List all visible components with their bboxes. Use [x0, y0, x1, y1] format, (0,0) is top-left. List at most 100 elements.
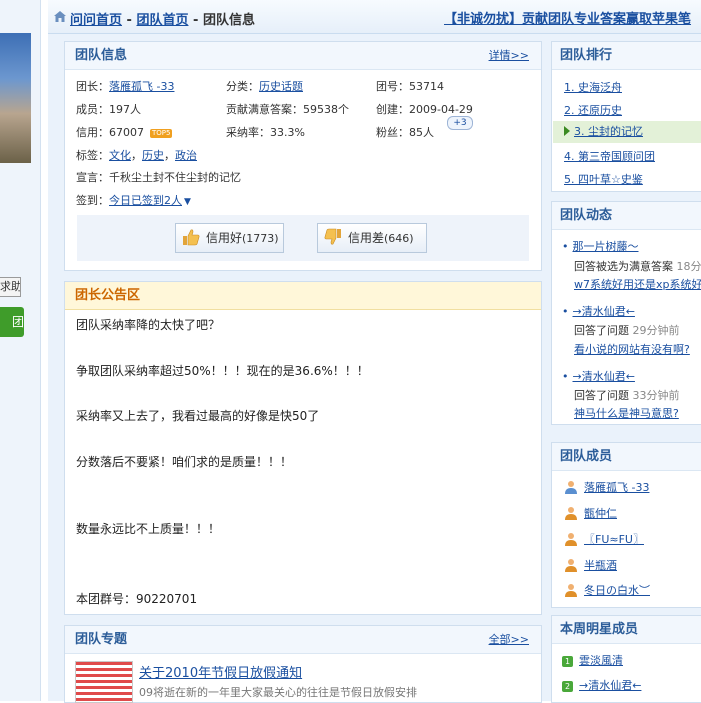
ranking-item[interactable]: 1. 史海泛舟 — [564, 79, 622, 95]
activity-question-link[interactable]: 神马什么是神马意思? — [574, 407, 679, 420]
member-item[interactable]: 冬日の白水︶ — [564, 582, 650, 598]
star-member-link[interactable]: →清水仙君← — [579, 679, 641, 692]
panel-header: 本周明星成员 — [552, 616, 701, 644]
tag-link[interactable]: 政治 — [175, 149, 197, 162]
details-link[interactable]: 详情>> — [489, 42, 529, 69]
member-item[interactable]: 半瓶酒 — [564, 557, 617, 573]
thumbs-up-icon — [182, 228, 200, 246]
category-row: 分类：历史话题 — [226, 78, 303, 94]
activity-user-row: •→清水仙君← — [562, 368, 635, 384]
answers-row: 贡献满意答案：59538个 — [226, 101, 349, 117]
activity-question-link[interactable]: w7系统好用还是xp系统好用 — [574, 278, 701, 291]
activity-user-link[interactable]: →清水仙君← — [573, 370, 635, 383]
member-link[interactable]: 〖FU≈FU〗 — [584, 533, 644, 546]
tag-link[interactable]: 文化 — [109, 149, 131, 162]
breadcrumb-current: 团队信息 — [203, 13, 255, 28]
tag-link[interactable]: 历史 — [142, 149, 164, 162]
ranking-team-link[interactable]: 2. 还原历史 — [564, 104, 622, 117]
activity-user-link[interactable]: 那一片树藤〜 — [573, 240, 639, 253]
member-link[interactable]: 冬日の白水︶ — [584, 584, 650, 597]
breadcrumb-home-link[interactable]: 问问首页 — [70, 13, 122, 28]
ranking-team-link[interactable]: 1. 史海泛舟 — [564, 81, 622, 94]
motto-text: 千秋尘土封不住尘封的记忆 — [109, 171, 241, 184]
rank-number-badge: 1 — [562, 656, 573, 667]
member-link[interactable]: 落雁孤飞 -33 — [584, 481, 649, 494]
ranking-team-link[interactable]: 5. 四叶草☆史鉴 — [564, 173, 643, 186]
activity-action-row: 回答被选为满意答案 18分钟前 — [574, 258, 701, 274]
team-info-panel: 团队信息 详情>> 团长：落雁孤飞 -33 分类：历史话题 团号：53714 成… — [64, 41, 542, 271]
checkin-row: 签到：今日已签到2人▼ — [76, 192, 191, 208]
person-icon — [564, 506, 578, 520]
activity-user-row: •那一片树藤〜 — [562, 238, 639, 254]
star-member-item[interactable]: 2→清水仙君← — [562, 677, 641, 693]
credit-good-label: 信用好 — [206, 231, 242, 245]
credit-good-count: (1773) — [242, 232, 279, 245]
team-number-label: 团号： — [376, 80, 409, 93]
announcement-line: 分数落后不要紧！咱们求的是质量！！！ — [76, 453, 292, 470]
panel-title: 团队排行 — [560, 48, 612, 63]
breadcrumb-separator: - — [188, 13, 202, 28]
topic-title-link[interactable]: 关于2010年节假日放假通知 — [139, 662, 302, 681]
panel-title: 本周明星成员 — [560, 622, 638, 637]
leader-link[interactable]: 落雁孤飞 -33 — [109, 80, 174, 93]
bullet-icon: • — [562, 305, 569, 318]
ranking-team-link[interactable]: 3. 尘封的记忆 — [574, 125, 643, 138]
category-link[interactable]: 历史话题 — [259, 80, 303, 93]
panel-title: 团长公告区 — [75, 288, 140, 303]
all-topics-link[interactable]: 全部>> — [489, 626, 529, 653]
ranking-team-link[interactable]: 4. 第三帝国顾问团 — [564, 150, 655, 163]
category-label: 分类： — [226, 80, 259, 93]
fans-increase-bubble: +3 — [447, 116, 473, 130]
person-icon — [564, 558, 578, 572]
motto-row: 宣言：千秋尘土封不住尘封的记忆 — [76, 169, 241, 185]
breadcrumb: 问问首页 - 团队首页 - 团队信息 【非诚勿扰】贡献团队专业答案赢取苹果笔 — [48, 0, 701, 34]
member-link[interactable]: 甑仲仁 — [584, 507, 617, 520]
member-link[interactable]: 半瓶酒 — [584, 559, 617, 572]
checkin-link[interactable]: 今日已签到2人 — [109, 194, 182, 207]
panel-header: 团队动态 — [552, 202, 701, 230]
tags-label: 标签： — [76, 149, 109, 162]
breadcrumb-team-home-link[interactable]: 团队首页 — [136, 13, 188, 28]
star-member-item[interactable]: 1 雲淡風清 — [562, 652, 623, 668]
credit-vote-bar: 信用好(1773) 信用差(646) — [77, 215, 529, 261]
ranking-item[interactable]: 5. 四叶草☆史鉴 — [564, 171, 643, 187]
team-number-row: 团号：53714 — [376, 78, 444, 94]
help-button[interactable]: 求助 — [0, 277, 21, 297]
checkin-label: 签到： — [76, 194, 109, 207]
ranking-item[interactable]: 4. 第三帝国顾问团 — [564, 148, 655, 164]
fans-label: 粉丝： — [376, 126, 409, 139]
team-number: 53714 — [409, 80, 444, 93]
promo-link[interactable]: 【非诚勿扰】贡献团队专业答案赢取苹果笔 — [444, 8, 691, 27]
activity-action: 回答了问题 — [574, 324, 629, 337]
member-item[interactable]: 〖FU≈FU〗 — [564, 531, 644, 547]
team-members-panel: 团队成员 落雁孤飞 -33 甑仲仁 〖FU≈FU〗 半瓶酒 冬日の白水︶ — [551, 442, 701, 608]
ranking-item-current[interactable]: 3. 尘封的记忆 — [553, 121, 701, 143]
panel-header: 团队排行 — [552, 42, 701, 70]
credit-bad-button[interactable]: 信用差(646) — [317, 223, 427, 253]
topic-thumbnail[interactable] — [75, 661, 133, 703]
star-member-link[interactable]: 雲淡風清 — [579, 654, 623, 667]
person-icon — [564, 532, 578, 546]
tag-separator: ， — [164, 149, 175, 162]
panel-header: 团队信息 详情>> — [65, 42, 541, 70]
member-item[interactable]: 甑仲仁 — [564, 505, 617, 521]
activity-question-link[interactable]: 看小说的网站有没有啊? — [574, 343, 690, 356]
announcement-line: 采纳率又上去了，我看过最高的好像是快50了 — [76, 407, 319, 424]
activity-action-row: 回答了问题 29分钟前 — [574, 322, 680, 338]
current-arrow-icon — [564, 126, 570, 136]
weekly-stars-panel: 本周明星成员 1 雲淡風清 2→清水仙君← — [551, 615, 701, 703]
member-item[interactable]: 落雁孤飞 -33 — [564, 479, 649, 495]
adopt-row: 采纳率：33.3% — [226, 124, 305, 140]
leader-row: 团长：落雁孤飞 -33 — [76, 78, 174, 94]
credit-good-button[interactable]: 信用好(1773) — [175, 223, 284, 253]
ranking-item[interactable]: 2. 还原历史 — [564, 102, 622, 118]
team-topics-panel: 团队专题 全部>> 关于2010年节假日放假通知 09将逝在新的一年里大家最关心… — [64, 625, 542, 703]
activity-action: 回答了问题 — [574, 389, 629, 402]
top5-badge: TOP5 — [150, 129, 172, 138]
panel-title: 团队成员 — [560, 449, 612, 464]
team-photo[interactable] — [0, 33, 31, 163]
activity-time: 33分钟前 — [633, 389, 680, 402]
activity-user-row: • →清水仙君← — [562, 303, 635, 319]
join-team-button[interactable]: 团 — [0, 307, 24, 337]
activity-user-link[interactable]: →清水仙君← — [573, 305, 635, 318]
